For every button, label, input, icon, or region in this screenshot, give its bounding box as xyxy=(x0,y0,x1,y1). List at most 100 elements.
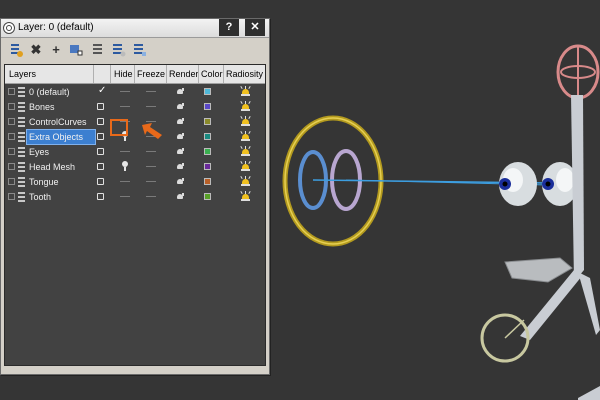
hide-toggle[interactable] xyxy=(120,91,130,92)
hide-toggle-highlight-box xyxy=(110,119,128,136)
radiosity-light-icon[interactable] xyxy=(239,100,251,112)
col-render[interactable]: Render xyxy=(169,69,199,79)
layer-row-tooth[interactable]: Tooth xyxy=(5,190,265,204)
layer-row-0-default[interactable]: 0 (default) ✓ xyxy=(5,85,265,99)
hide-toggle[interactable] xyxy=(120,181,130,182)
delete-layer-icon[interactable]: ✖ xyxy=(29,43,43,57)
layer-icon xyxy=(18,146,26,157)
layer-name[interactable]: ControlCurves xyxy=(29,117,87,127)
hidden-lightbulb-icon[interactable] xyxy=(122,161,128,171)
highlight-layer-icon[interactable] xyxy=(91,43,105,57)
freeze-toggle[interactable] xyxy=(146,106,156,107)
render-teapot-icon[interactable] xyxy=(176,88,184,95)
color-swatch[interactable] xyxy=(204,148,211,155)
layer-icon xyxy=(18,86,26,97)
current-layer-checkbox[interactable] xyxy=(97,193,104,200)
layer-row-tongue[interactable]: Tongue xyxy=(5,175,265,189)
current-layer-checkbox[interactable] xyxy=(97,148,104,155)
layer-name[interactable]: Tooth xyxy=(29,192,51,202)
spine-bone[interactable] xyxy=(571,95,584,282)
freeze-toggle[interactable] xyxy=(146,166,156,167)
col-radiosity[interactable]: Radiosity xyxy=(226,69,263,79)
freeze-toggle[interactable] xyxy=(146,91,156,92)
freeze-all-icon[interactable] xyxy=(133,43,147,57)
layer-toolbar: ✖ + xyxy=(1,38,269,62)
layer-name[interactable]: Extra Objects xyxy=(29,132,83,142)
layer-row-bones[interactable]: Bones xyxy=(5,100,265,114)
col-hide[interactable]: Hide xyxy=(114,69,133,79)
hide-toggle[interactable] xyxy=(120,151,130,152)
title-bar[interactable]: Layer: 0 (default) ? ✕ xyxy=(1,19,269,38)
render-teapot-icon[interactable] xyxy=(176,118,184,125)
expand-toggle[interactable] xyxy=(8,133,15,140)
layer-name[interactable]: Head Mesh xyxy=(29,162,75,172)
layer-name[interactable]: 0 (default) xyxy=(29,87,70,97)
render-teapot-icon[interactable] xyxy=(176,103,184,110)
layer-row-eyes[interactable]: Eyes xyxy=(5,145,265,159)
expand-toggle[interactable] xyxy=(8,88,15,95)
layer-name[interactable]: Tongue xyxy=(29,177,59,187)
layer-row-head-mesh[interactable]: Head Mesh xyxy=(5,160,265,174)
layer-manager-window[interactable]: Layer: 0 (default) ? ✕ ✖ + Layers Hide F… xyxy=(0,18,270,375)
freeze-toggle[interactable] xyxy=(146,181,156,182)
radiosity-light-icon[interactable] xyxy=(239,175,251,187)
add-selection-icon[interactable]: + xyxy=(49,43,63,57)
layer-icon xyxy=(18,101,26,112)
render-teapot-icon[interactable] xyxy=(176,193,184,200)
col-layers[interactable]: Layers xyxy=(9,69,36,79)
freeze-toggle[interactable] xyxy=(146,151,156,152)
close-button[interactable]: ✕ xyxy=(245,19,265,36)
expand-toggle[interactable] xyxy=(8,103,15,110)
layer-row-extra-objects[interactable]: Extra Objects xyxy=(5,129,265,145)
radiosity-light-icon[interactable] xyxy=(239,130,251,142)
current-layer-checkbox[interactable] xyxy=(97,118,104,125)
app-icon xyxy=(3,22,15,34)
render-teapot-icon[interactable] xyxy=(176,133,184,140)
expand-toggle[interactable] xyxy=(8,178,15,185)
freeze-toggle[interactable] xyxy=(146,196,156,197)
color-swatch[interactable] xyxy=(204,178,211,185)
color-swatch[interactable] xyxy=(204,133,211,140)
radiosity-light-icon[interactable] xyxy=(239,115,251,127)
layer-icon xyxy=(18,116,26,127)
layer-icon xyxy=(18,161,26,172)
create-new-layer-icon[interactable] xyxy=(9,43,23,57)
layer-list[interactable]: Layers Hide Freeze Render Color Radiosit… xyxy=(4,64,266,366)
expand-toggle[interactable] xyxy=(8,148,15,155)
radiosity-light-icon[interactable] xyxy=(239,190,251,202)
col-freeze[interactable]: Freeze xyxy=(137,69,165,79)
current-layer-checkbox[interactable] xyxy=(97,178,104,185)
tongue-mesh[interactable] xyxy=(504,257,573,283)
select-objects-icon[interactable] xyxy=(69,43,83,57)
color-swatch[interactable] xyxy=(204,163,211,170)
current-layer-checkbox[interactable] xyxy=(97,163,104,170)
color-swatch[interactable] xyxy=(204,118,211,125)
col-color[interactable]: Color xyxy=(201,69,223,79)
layer-name[interactable]: Bones xyxy=(29,102,55,112)
color-swatch[interactable] xyxy=(204,193,211,200)
layer-row-controlcurves[interactable]: ControlCurves xyxy=(5,115,265,129)
current-layer-checkbox[interactable] xyxy=(97,133,104,140)
hide-all-icon[interactable] xyxy=(112,43,126,57)
expand-toggle[interactable] xyxy=(8,163,15,170)
color-swatch[interactable] xyxy=(204,103,211,110)
bottom-bone[interactable] xyxy=(578,386,600,400)
help-button[interactable]: ? xyxy=(219,19,239,36)
radiosity-light-icon[interactable] xyxy=(239,145,251,157)
color-swatch[interactable] xyxy=(204,88,211,95)
radiosity-light-icon[interactable] xyxy=(239,85,251,97)
render-teapot-icon[interactable] xyxy=(176,148,184,155)
hide-toggle[interactable] xyxy=(120,196,130,197)
expand-toggle[interactable] xyxy=(8,193,15,200)
render-teapot-icon[interactable] xyxy=(176,178,184,185)
current-layer-check-icon[interactable]: ✓ xyxy=(98,85,106,96)
layer-name[interactable]: Eyes xyxy=(29,147,49,157)
radiosity-light-icon[interactable] xyxy=(239,160,251,172)
layer-icon xyxy=(18,176,26,187)
layer-icon xyxy=(18,191,26,202)
hide-toggle[interactable] xyxy=(120,106,130,107)
lower-bone[interactable] xyxy=(578,272,600,335)
render-teapot-icon[interactable] xyxy=(176,163,184,170)
current-layer-checkbox[interactable] xyxy=(97,103,104,110)
expand-toggle[interactable] xyxy=(8,118,15,125)
